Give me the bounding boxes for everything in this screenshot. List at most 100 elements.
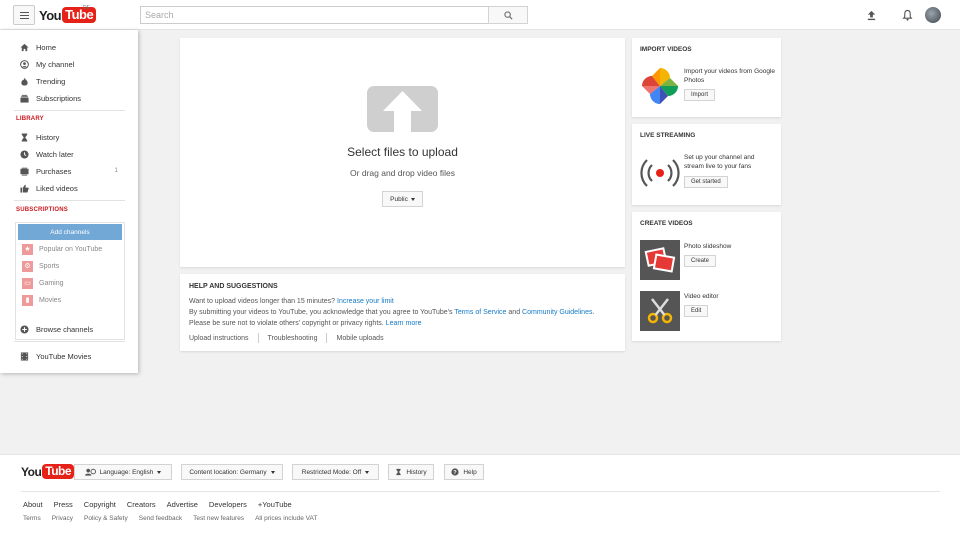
footer-link-test-new-features[interactable]: Test new features (193, 515, 244, 522)
sidebar-item-home[interactable]: Home (0, 40, 138, 54)
photo-slideshow-icon (640, 240, 680, 280)
help-line-3: Please be sure not to violate others' co… (189, 320, 421, 327)
movies-icon: ▮ (22, 294, 33, 306)
sidebar-item-youtube-movies[interactable]: YouTube Movies (0, 349, 138, 363)
gaming-icon: ▭ (22, 277, 33, 289)
edit-video-button[interactable]: Edit (684, 305, 709, 317)
footer-primary-links: About Press Copyright Creators Advertise… (23, 500, 303, 509)
sidebar-item-popular-on-youtube[interactable]: ★ Popular on YouTube (22, 243, 102, 255)
sidebar-item-movies[interactable]: ▮ Movies (22, 294, 61, 306)
hamburger-icon-line (20, 15, 29, 16)
add-channels-button[interactable]: Add channels (18, 224, 122, 240)
learn-more-link[interactable]: Learn more (386, 320, 422, 327)
notifications-button[interactable] (900, 8, 914, 22)
sidebar-item-watch-later[interactable]: Watch later (0, 147, 138, 161)
live-streaming-card: LIVE STREAMING Set up your channel and s… (632, 124, 781, 205)
mobile-uploads-link[interactable]: Mobile uploads (336, 335, 383, 342)
logo-you-text: You (21, 464, 42, 479)
guide-menu-button[interactable] (13, 5, 35, 25)
sidebar-item-sports[interactable]: ⚙ Sports (22, 260, 59, 272)
upload-dropzone[interactable]: Select files to upload Or drag and drop … (180, 38, 625, 267)
thumbs-up-icon (19, 183, 29, 193)
search-input[interactable] (141, 7, 488, 23)
help-text: By submitting your videos to YouTube, yo… (189, 309, 453, 316)
help-label: Help (463, 468, 477, 476)
hourglass-icon (19, 132, 29, 142)
sidebar-divider (14, 341, 125, 342)
footer-link-terms[interactable]: Terms (23, 515, 41, 522)
footer-link-advertise[interactable]: Advertise (167, 500, 198, 509)
footer-link-developers[interactable]: Developers (209, 500, 247, 509)
create-slideshow-button[interactable]: Create (684, 255, 717, 267)
upload-button[interactable] (864, 8, 878, 22)
caret-down-icon (270, 470, 275, 474)
sidebar-item-liked-videos[interactable]: Liked videos (0, 181, 138, 195)
upload-arrow-icon[interactable] (367, 86, 438, 132)
sidebar-item-purchases[interactable]: Purchases 1 (0, 164, 138, 178)
content-location-picker[interactable]: Content location: Germany (181, 464, 283, 480)
star-icon: ★ (22, 243, 33, 255)
footer-link-about[interactable]: About (23, 500, 43, 509)
footer-link-press[interactable]: Press (54, 500, 73, 509)
terms-of-service-link[interactable]: Terms of Service (454, 309, 506, 316)
upload-instructions-link[interactable]: Upload instructions (189, 335, 249, 342)
region-code: DE (83, 5, 90, 11)
hamburger-icon-line (20, 18, 29, 19)
library-section-title[interactable]: LIBRARY (16, 116, 44, 122)
sidebar-item-history[interactable]: History (0, 130, 138, 144)
troubleshooting-link[interactable]: Troubleshooting (268, 335, 318, 342)
footer-link-creators[interactable]: Creators (127, 500, 156, 509)
import-description: Import your videos from Google Photos (684, 68, 776, 84)
sidebar-item-gaming[interactable]: ▭ Gaming (22, 277, 64, 289)
upload-title[interactable]: Select files to upload (180, 145, 625, 159)
sidebar-item-subscriptions[interactable]: Subscriptions (0, 91, 138, 105)
sidebar-item-trending[interactable]: Trending (0, 74, 138, 88)
hamburger-icon (20, 12, 29, 13)
footer-youtube-logo[interactable]: You Tube (21, 464, 75, 479)
sports-icon: ⚙ (22, 260, 33, 272)
create-videos-card: CREATE VIDEOS Photo slideshow Create Vid… (632, 212, 781, 341)
help-suggestions-card: HELP AND SUGGESTIONS Want to upload vide… (180, 274, 625, 351)
restricted-mode-picker[interactable]: Restricted Mode: Off (292, 464, 379, 480)
import-title: IMPORT VIDEOS (640, 46, 692, 53)
increase-limit-link[interactable]: Increase your limit (337, 298, 394, 305)
footer-help-button[interactable]: ? Help (444, 464, 484, 480)
footer-link-copyright[interactable]: Copyright (84, 500, 116, 509)
footer-link-policy-safety[interactable]: Policy & Safety (84, 515, 128, 522)
sidebar-item-label: Home (36, 42, 57, 52)
sidebar-item-label: My channel (36, 59, 75, 69)
sidebar-item-label: YouTube Movies (36, 351, 92, 361)
language-icon (84, 468, 96, 476)
film-icon (19, 351, 29, 361)
import-button[interactable]: Import (684, 89, 716, 101)
get-started-button[interactable]: Get started (684, 176, 728, 188)
youtube-logo[interactable]: You Tube DE (39, 5, 97, 23)
logo-tube-text: Tube (62, 7, 97, 23)
sidebar-item-label: Popular on YouTube (39, 245, 103, 253)
live-broadcast-icon (640, 159, 680, 187)
top-bar: You Tube DE (0, 0, 960, 30)
subscriptions-section-title[interactable]: SUBSCRIPTIONS (16, 207, 68, 213)
footer-history-button[interactable]: History (388, 464, 434, 480)
footer-link-privacy[interactable]: Privacy (52, 515, 73, 522)
sidebar-item-my-channel[interactable]: My channel (0, 57, 138, 71)
footer-link-send-feedback[interactable]: Send feedback (139, 515, 182, 522)
privacy-dropdown[interactable]: Public (382, 191, 423, 207)
upload-icon (867, 10, 875, 20)
sidebar-item-label: Purchases (36, 166, 72, 176)
community-guidelines-link[interactable]: Community Guidelines (522, 309, 592, 316)
sidebar-item-label: Liked videos (36, 183, 78, 193)
sidebar-item-label: Gaming (39, 279, 64, 287)
language-picker[interactable]: Language: English (74, 464, 172, 480)
sidebar-item-browse-channels[interactable]: Browse channels (0, 322, 138, 336)
clock-icon (19, 149, 29, 159)
footer-divider (21, 491, 940, 492)
logo-tube-text: Tube (42, 464, 75, 479)
bell-icon (902, 9, 912, 21)
footer-link-plus-youtube[interactable]: +YouTube (258, 500, 292, 509)
sidebar-item-label: Watch later (36, 149, 74, 159)
avatar[interactable] (925, 7, 941, 23)
sidebar-item-label: Subscriptions (36, 93, 82, 103)
search-button[interactable] (488, 6, 528, 24)
footer: You Tube Language: English Content locat… (0, 454, 960, 540)
